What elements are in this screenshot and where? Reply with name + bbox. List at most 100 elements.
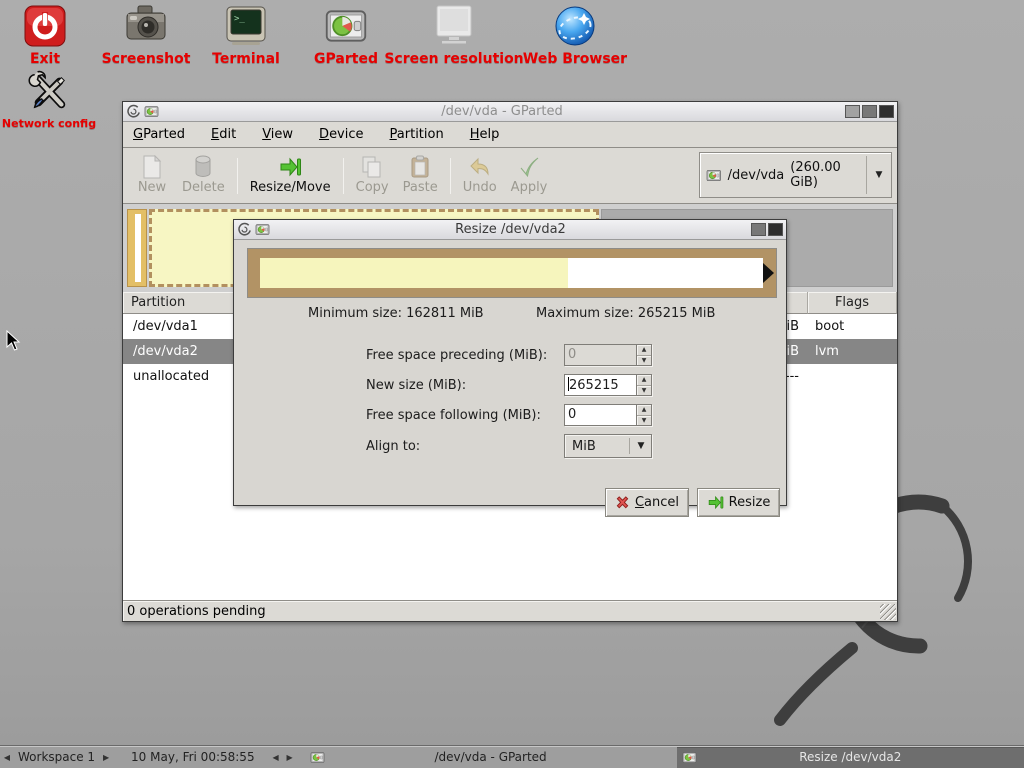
chevron-down-icon[interactable]: ▼ xyxy=(867,170,891,180)
spin-up-icon[interactable]: ▲ xyxy=(637,405,651,415)
gparted-window-icon xyxy=(255,222,270,237)
column-header-partition[interactable]: Partition xyxy=(123,292,234,314)
menu-help[interactable]: Help xyxy=(470,127,500,142)
resize-grip[interactable] xyxy=(880,604,896,620)
resize-handle-right-icon[interactable] xyxy=(763,263,774,283)
desktop-icon-label: Web Browser xyxy=(523,51,627,67)
field-row-align: Align to: MiB ▼ xyxy=(234,431,786,461)
workspace-prev-icon[interactable]: ◀ xyxy=(0,753,14,762)
apply-check-icon xyxy=(517,154,541,180)
disk-segment-vda1[interactable] xyxy=(127,209,147,287)
desktop-icon-gparted[interactable]: GParted xyxy=(300,4,392,67)
resize-slider-widget[interactable] xyxy=(247,248,777,298)
new-size-spinbox[interactable]: 265215 ▲ ▼ xyxy=(564,374,652,396)
spin-down-icon[interactable]: ▼ xyxy=(637,385,651,396)
undo-icon xyxy=(468,154,492,180)
spin-down-icon: ▼ xyxy=(637,355,651,366)
chevron-down-icon: ▼ xyxy=(631,441,651,451)
close-button[interactable] xyxy=(768,223,783,236)
main-window-title: /dev/vda - GParted xyxy=(159,104,845,119)
free-space-following-spinbox[interactable]: 0 ▲ ▼ xyxy=(564,404,652,426)
new-partition-icon xyxy=(141,154,163,180)
desktop-icon-label: Exit xyxy=(30,51,60,67)
menu-gparted[interactable]: GParted xyxy=(133,127,185,142)
field-row-preceding: Free space preceding (MiB): 0 ▲ ▼ xyxy=(234,340,786,370)
column-header-flags[interactable]: Flags xyxy=(808,292,897,314)
spin-buttons[interactable]: ▲ ▼ xyxy=(636,405,651,425)
minimum-size-label: Minimum size: 162811 MiB xyxy=(308,306,484,321)
resize-button[interactable]: Resize xyxy=(697,488,780,517)
terminal-crt-icon: >_ xyxy=(224,4,268,48)
maximize-button[interactable] xyxy=(751,223,766,236)
camera-icon xyxy=(124,4,168,48)
resize-dialog: Resize /dev/vda2 Minimum size: 162811 Mi… xyxy=(233,219,787,506)
resize-move-button[interactable]: Resize/Move xyxy=(243,152,338,196)
toolbar-separator xyxy=(450,158,451,194)
gparted-window-icon xyxy=(144,104,159,119)
tasklist-prev-icon[interactable]: ◀ xyxy=(269,753,283,762)
menubar: GParted Edit View Device Partition Help xyxy=(123,122,897,148)
undo-button[interactable]: Undo xyxy=(456,152,504,196)
tasklist-next-icon[interactable]: ▶ xyxy=(283,753,297,762)
spin-up-icon: ▲ xyxy=(637,345,651,355)
taskbar-task-resize-dialog[interactable]: Resize /dev/vda2 xyxy=(677,747,1024,768)
cancel-button[interactable]: Cancel xyxy=(605,488,689,517)
apply-button[interactable]: Apply xyxy=(504,152,555,196)
resize-move-icon xyxy=(278,154,302,180)
spin-buttons[interactable]: ▲ ▼ xyxy=(636,375,651,395)
workspace-indicator[interactable]: Workspace 1 xyxy=(14,750,99,764)
monitor-icon xyxy=(432,4,476,48)
taskbar: ◀ Workspace 1 ▶ 10 May, Fri 00:58:55 ◀ ▶… xyxy=(0,745,1024,768)
menu-edit[interactable]: Edit xyxy=(211,127,236,142)
menu-partition[interactable]: Partition xyxy=(390,127,444,142)
desktop-icon-screenshot[interactable]: Screenshot xyxy=(96,4,196,67)
device-disk-icon xyxy=(706,167,722,184)
device-selector[interactable]: /dev/vda (260.00 GiB) ▼ xyxy=(699,152,892,198)
resize-arrow-icon xyxy=(707,494,724,511)
delete-partition-icon xyxy=(193,154,213,180)
maximize-button[interactable] xyxy=(862,105,877,118)
toolbar-separator xyxy=(343,158,344,194)
menu-device[interactable]: Device xyxy=(319,127,363,142)
close-button[interactable] xyxy=(879,105,894,118)
desktop-icon-label: Network config xyxy=(2,117,96,130)
toolbar-separator xyxy=(237,158,238,194)
window-menu-spiral-icon[interactable] xyxy=(126,104,141,119)
spin-buttons: ▲ ▼ xyxy=(636,345,651,365)
paste-icon xyxy=(410,154,430,180)
globe-icon xyxy=(553,4,597,48)
paste-button[interactable]: Paste xyxy=(396,152,445,196)
spin-up-icon[interactable]: ▲ xyxy=(637,375,651,385)
free-space-preceding-spinbox: 0 ▲ ▼ xyxy=(564,344,652,366)
taskbar-task-gparted[interactable]: /dev/vda - GParted xyxy=(305,747,677,768)
dialog-body: Minimum size: 162811 MiB Maximum size: 2… xyxy=(234,240,786,505)
spin-down-icon[interactable]: ▼ xyxy=(637,415,651,426)
minimize-button[interactable] xyxy=(845,105,860,118)
menu-view[interactable]: View xyxy=(262,127,293,142)
new-button[interactable]: New xyxy=(129,152,175,196)
desktop-icon-network-config[interactable]: Network config xyxy=(0,70,98,130)
desktop-icon-screen-resolution[interactable]: Screen resolution xyxy=(390,4,518,67)
align-to-dropdown[interactable]: MiB ▼ xyxy=(564,434,652,458)
used-space-bar xyxy=(260,258,568,288)
delete-button[interactable]: Delete xyxy=(175,152,232,196)
combo-separator xyxy=(629,438,630,454)
dialog-titlebar[interactable]: Resize /dev/vda2 xyxy=(234,220,786,240)
workspace-next-icon[interactable]: ▶ xyxy=(99,753,113,762)
maximum-size-label: Maximum size: 265215 MiB xyxy=(536,306,715,321)
pending-operations-text: 0 operations pending xyxy=(127,604,266,619)
window-menu-spiral-icon[interactable] xyxy=(237,222,252,237)
copy-button[interactable]: Copy xyxy=(349,152,396,196)
copy-icon xyxy=(361,154,383,180)
gparted-disk-icon xyxy=(324,4,368,48)
toolbar: New Delete Resize/Move Copy Paste xyxy=(123,148,897,204)
desktop-icon-label: Terminal xyxy=(212,51,280,67)
desktop-icon-label: Screen resolution xyxy=(384,51,523,67)
taskbar-clock: 10 May, Fri 00:58:55 xyxy=(113,750,269,764)
desktop-icon-exit[interactable]: Exit xyxy=(12,4,78,67)
main-window-titlebar[interactable]: /dev/vda - GParted xyxy=(123,102,897,122)
desktop-icon-terminal[interactable]: >_ Terminal xyxy=(196,4,296,67)
cancel-x-icon xyxy=(615,495,630,510)
desktop-icon-web-browser[interactable]: Web Browser xyxy=(520,4,630,67)
device-path: /dev/vda xyxy=(728,168,785,183)
